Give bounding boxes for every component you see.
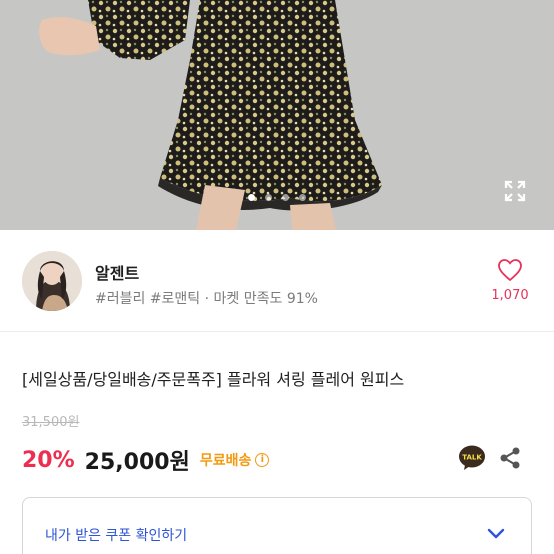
chevron-down-icon: [487, 528, 505, 539]
carousel-dot[interactable]: [265, 194, 272, 201]
seller-tags: #러블리 #로맨틱 · 마켓 만족도 91%: [95, 291, 318, 307]
kakaotalk-icon: TALK: [459, 445, 485, 470]
coupon-check-button[interactable]: 내가 받은 쿠폰 확인하기: [22, 497, 532, 554]
price-row: 20% 25,000원 무료배송 i: [22, 444, 270, 476]
product-title: [세일상품/당일배송/주문폭주] 플라워 셔링 플레어 원피스: [22, 370, 405, 389]
talk-button[interactable]: TALK: [458, 444, 486, 472]
info-icon[interactable]: i: [255, 453, 270, 467]
like-count: 1,070: [491, 288, 529, 303]
talk-label: TALK: [462, 454, 482, 462]
avatar[interactable]: [22, 251, 82, 311]
sale-price: 25,000원: [84, 450, 190, 475]
seller-section: 알젠트 #러블리 #로맨틱 · 마켓 만족도 91% 1,070: [0, 230, 554, 332]
carousel-dot[interactable]: [282, 194, 289, 201]
original-price: 31,500원: [22, 415, 80, 430]
carousel-dot[interactable]: [248, 194, 255, 201]
heart-icon: [498, 259, 522, 282]
carousel-dot[interactable]: [299, 194, 306, 201]
carousel-indicator: [248, 194, 306, 201]
like-button[interactable]: 1,070: [488, 258, 532, 303]
coupon-label: 내가 받은 쿠폰 확인하기: [45, 528, 188, 544]
product-image-carousel[interactable]: [0, 0, 554, 230]
free-shipping-label: 무료배송: [199, 453, 252, 469]
share-button[interactable]: [499, 446, 521, 470]
seller-name[interactable]: 알젠트: [95, 260, 139, 284]
share-icon: [500, 447, 520, 469]
expand-icon[interactable]: [503, 179, 527, 203]
discount-rate: 20%: [22, 447, 75, 473]
